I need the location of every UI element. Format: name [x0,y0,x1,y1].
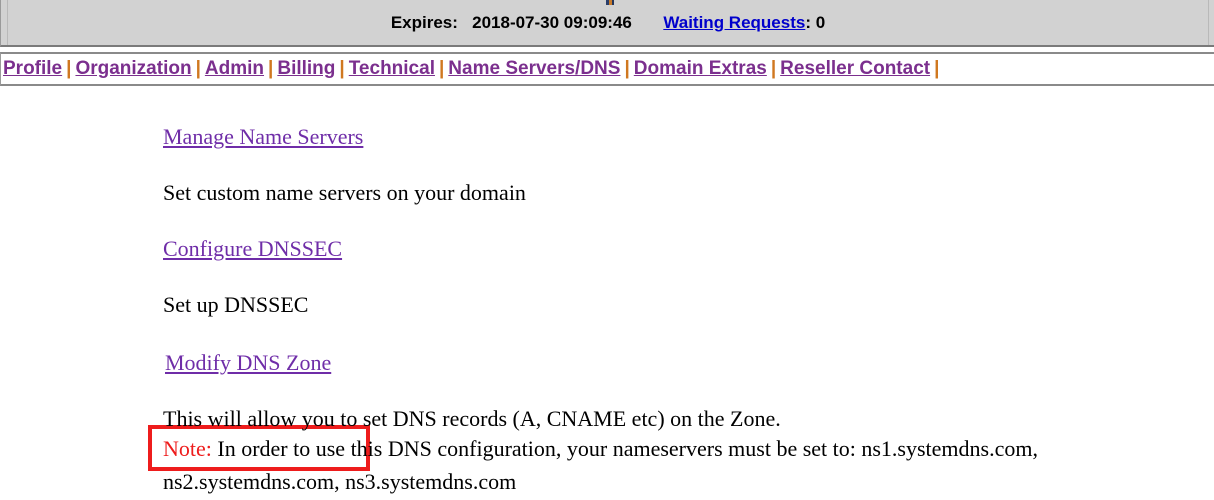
main-content-area: Manage Name Servers Set custom name serv… [0,86,1214,500]
modify-dns-zone-description: This will allow you to set DNS records (… [163,404,1038,497]
nav-item-technical[interactable]: Technical [349,58,435,79]
configure-dnssec-row: Configure DNSSEC [163,236,342,262]
modify-dns-zone-row: Modify DNS Zone [165,350,331,376]
nav-separator: | [624,58,630,79]
nav-item-name-servers-dns[interactable]: Name Servers/DNS [448,58,620,79]
manage-name-servers-row: Manage Name Servers [163,124,363,150]
dns-zone-description-line: This will allow you to set DNS records (… [163,406,781,431]
nav-separator: | [934,58,940,79]
note-label: Note: [163,436,212,461]
waiting-requests-link[interactable]: Waiting Requests [663,13,805,32]
nav-link-list: Profile | Organization | Admin | Billing | Techn… [3,57,943,81]
configure-dnssec-link[interactable]: Configure DNSSEC [163,236,342,261]
expires-label: Expires: [390,13,458,32]
dns-zone-note-line-1: Note: In order to use this DNS configura… [163,434,1038,467]
status-bar: Expires: 2018-07-30 09:09:46 Waiting Req… [0,0,1214,47]
modify-dns-zone-link[interactable]: Modify DNS Zone [165,350,331,375]
note-text-part-1: In order to use this DNS configuration, … [211,436,1038,461]
nav-separator: | [339,58,345,79]
nav-item-profile[interactable]: Profile [3,58,62,79]
nav-separator: | [438,58,445,79]
nav-separator: | [770,58,777,79]
note-text-part-2: ns2.systemdns.com, ns3.systemdns.com [163,469,517,494]
manage-name-servers-link[interactable]: Manage Name Servers [163,124,363,149]
main-navigation-bar: Profile | Organization | Admin | Billing | Techn… [0,52,1214,86]
clipped-widget-artifact [606,0,614,5]
nav-item-billing[interactable]: Billing [277,58,335,79]
waiting-requests-count: : 0 [805,13,826,32]
nav-item-reseller-contact[interactable]: Reseller Contact [780,58,930,79]
nav-item-organization[interactable]: Organization [75,58,191,79]
manage-name-servers-description: Set custom name servers on your domain [163,180,526,205]
configure-dnssec-description: Set up DNSSEC [163,292,309,317]
nav-separator: | [66,58,72,79]
expires-value: 2018-07-30 09:09:46 [472,13,632,32]
nav-separator: | [268,58,274,79]
nav-item-admin[interactable]: Admin [205,58,264,79]
status-line: Expires: 2018-07-30 09:09:46 Waiting Req… [1,13,1214,33]
nav-separator: | [195,58,201,79]
nav-item-domain-extras[interactable]: Domain Extras [634,58,767,79]
